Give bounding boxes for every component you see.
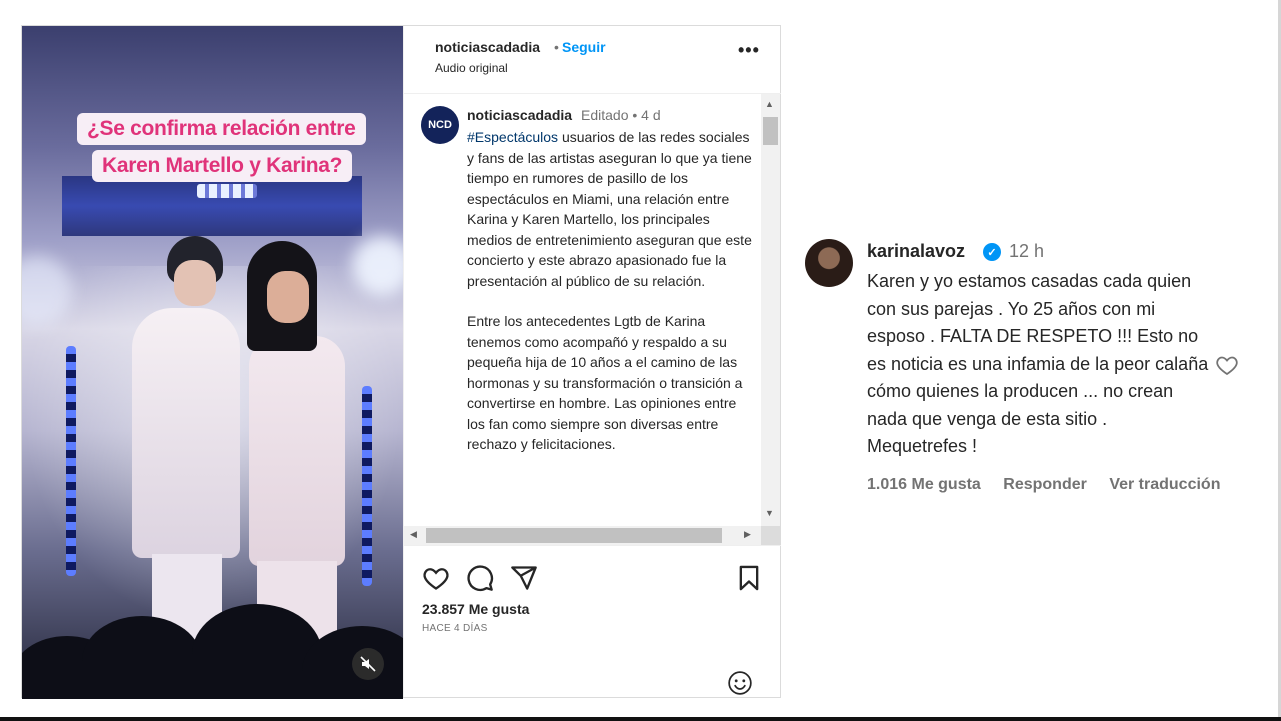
vertical-scrollbar[interactable]: ▲ ▼ (761, 94, 780, 526)
caption-author-username[interactable]: noticiascadadia (467, 107, 572, 123)
vertical-scroll-thumb[interactable] (763, 117, 778, 145)
video-caption-line1: ¿Se confirma relación entre (77, 113, 366, 145)
performer-right (227, 241, 377, 651)
share-icon[interactable] (510, 564, 538, 592)
scroll-right-arrow-icon[interactable]: ▶ (744, 529, 751, 540)
audio-label[interactable]: Audio original (435, 61, 508, 75)
verified-badge-icon: ✓ (983, 243, 1001, 261)
comment-text: Karen y yo estamos casadas cada quien co… (867, 271, 1209, 456)
audience (22, 596, 403, 699)
post-timestamp[interactable]: HACE 4 DÍAS (422, 623, 488, 634)
avatar-logo-text: NCD (428, 119, 452, 131)
emoji-icon[interactable] (727, 670, 753, 696)
led-column (66, 346, 76, 576)
window-border-bottom (0, 717, 1281, 721)
caption-author-avatar[interactable]: NCD (421, 106, 459, 144)
separator-dot: • (554, 39, 559, 55)
speaker-muted-icon (360, 656, 376, 672)
post-video[interactable]: ¿Se confirma relación entre Karen Martel… (22, 26, 403, 699)
caption-paragraph-1: usuarios de las redes sociales y fans de… (467, 129, 752, 289)
instagram-post: ¿Se confirma relación entre Karen Martel… (21, 25, 781, 699)
reply-button[interactable]: Responder (1003, 476, 1087, 493)
comment-time: 12 h (1009, 241, 1045, 261)
see-translation-button[interactable]: Ver traducción (1109, 476, 1220, 493)
comment-meta: 1.016 Me gusta Responder Ver traducción (867, 476, 1238, 494)
horizontal-scroll-thumb[interactable] (426, 528, 722, 543)
scroll-down-arrow-icon[interactable]: ▼ (765, 508, 774, 518)
scroll-up-arrow-icon[interactable]: ▲ (765, 99, 774, 109)
performer-left (132, 236, 242, 644)
post-like-count[interactable]: 23.857 Me gusta (422, 601, 529, 617)
horizontal-scrollbar[interactable]: ◀ ▶ (404, 526, 761, 545)
post-actions: 23.857 Me gusta HACE 4 DÍAS (404, 545, 781, 696)
stage-lights (197, 184, 257, 198)
post-author-username[interactable]: noticiascadadia (435, 39, 540, 55)
bookmark-icon[interactable] (735, 564, 763, 592)
video-caption-line2: Karen Martello y Karina? (92, 150, 353, 182)
hashtag-link[interactable]: #Espectáculos (467, 129, 558, 145)
commenter-avatar[interactable] (805, 239, 853, 287)
post-side-panel: noticiascadadia • Seguir Audio original … (403, 26, 781, 697)
scrollbar-corner (761, 526, 780, 545)
caption-edited-meta: Editado • 4 d (581, 107, 661, 123)
commenter-username[interactable]: karinalavoz (867, 241, 965, 262)
more-options-icon[interactable]: ••• (738, 40, 760, 61)
caption-text: #Espectáculos usuarios de las redes soci… (467, 127, 753, 475)
comment-like-count[interactable]: 1.016 Me gusta (867, 476, 981, 493)
heart-icon[interactable] (422, 564, 450, 592)
comment-like-heart-icon[interactable] (1215, 353, 1239, 377)
caption-paragraph-2: Entre los antecedentes Lgtb de Karina te… (467, 313, 743, 452)
mute-button[interactable] (352, 648, 384, 680)
caption-scroll-area[interactable]: NCD noticiascadadia Editado • 4 d #Espec… (404, 94, 781, 526)
comment-card: karinalavoz ✓ 12 h Karen y yo estamos ca… (805, 237, 1265, 507)
scroll-left-arrow-icon[interactable]: ◀ (410, 529, 417, 540)
post-header: noticiascadadia • Seguir Audio original … (404, 26, 781, 94)
comment-icon[interactable] (466, 564, 494, 592)
follow-button[interactable]: Seguir (562, 39, 606, 55)
